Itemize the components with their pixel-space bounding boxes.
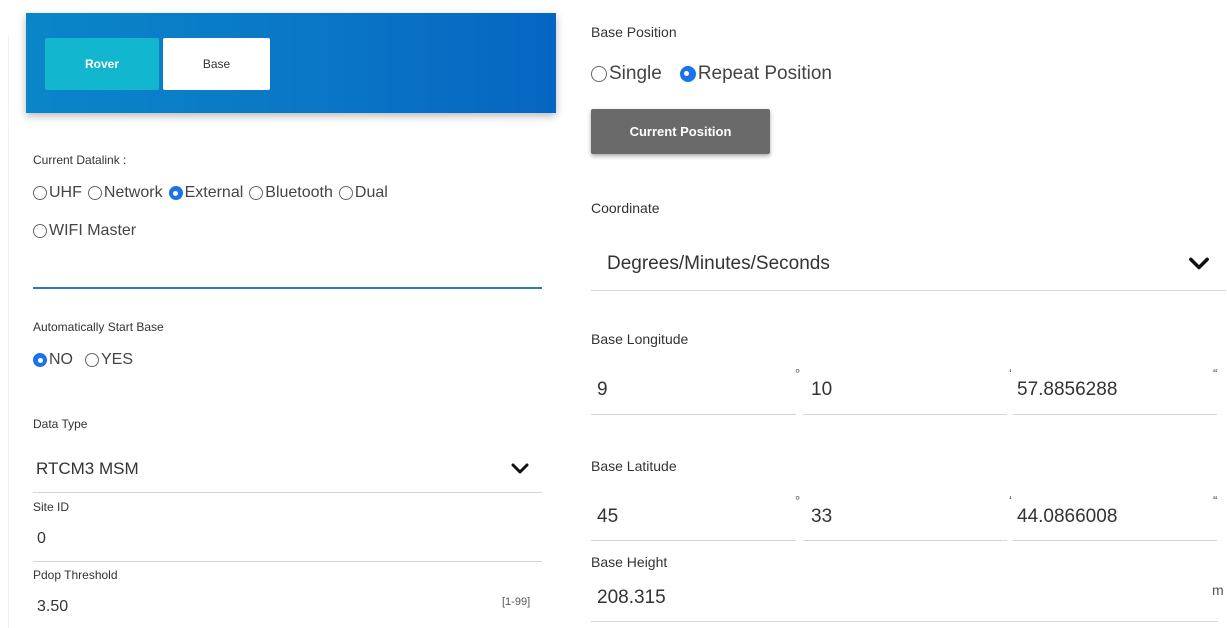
radio-checked-icon (679, 66, 696, 82)
left-panel: Rover Base Current Datalink : UHF Networ… (0, 0, 556, 628)
pdop-input[interactable]: 3.50 (37, 598, 68, 616)
base-position-option-label: Repeat Position (697, 63, 832, 84)
base-longitude-sec-underline (1013, 414, 1217, 415)
datalink-option-label: UHF (49, 184, 82, 201)
base-latitude-deg-input[interactable]: 45 (597, 506, 618, 528)
datalink-option-label: Network (103, 184, 163, 201)
tab-rover[interactable]: Rover (45, 38, 159, 90)
second-symbol: “ (1213, 366, 1218, 381)
base-latitude-sec-underline (1013, 540, 1217, 541)
datalink-label: Current Datalink : (33, 153, 127, 167)
datalink-option-bluetooth[interactable]: Bluetooth (249, 184, 333, 202)
auto-start-option-label: NO (49, 351, 73, 368)
base-longitude-deg-input[interactable]: 9 (597, 379, 608, 401)
base-longitude-min-underline (803, 414, 1007, 415)
coordinate-value: Degrees/Minutes/Seconds (607, 253, 830, 274)
datalink-option-label: Dual (354, 184, 388, 201)
base-latitude-min-input[interactable]: 33 (811, 506, 832, 528)
data-type-select[interactable]: RTCM3 MSM (33, 456, 529, 482)
base-longitude-sec-input[interactable]: 57.8856288 (1017, 379, 1117, 401)
pdop-label: Pdop Threshold (33, 568, 118, 582)
base-latitude-deg-underline (591, 540, 796, 541)
datalink-radio-group-row2: WIFI Master (33, 222, 142, 240)
minute-symbol: ‘ (1009, 366, 1012, 381)
radio-icon (591, 66, 607, 82)
mode-header: Rover Base (26, 13, 556, 113)
radio-icon (338, 186, 353, 200)
coordinate-underline (591, 290, 1226, 291)
radio-icon (249, 186, 264, 200)
datalink-option-label: Bluetooth (265, 184, 333, 201)
site-id-input[interactable]: 0 (37, 530, 46, 548)
chevron-down-icon (511, 463, 529, 474)
data-type-value: RTCM3 MSM (36, 459, 139, 478)
base-height-underline (591, 621, 1218, 622)
base-position-label: Base Position (591, 24, 677, 40)
datalink-option-network[interactable]: Network (87, 184, 163, 202)
auto-start-option-label: YES (101, 351, 134, 368)
datalink-radio-group: UHF Network External Bluetooth Dual (33, 184, 394, 202)
base-height-unit: m (1212, 582, 1224, 598)
tab-base[interactable]: Base (163, 38, 270, 90)
radio-icon (85, 353, 99, 367)
base-position-option-single[interactable]: Single (591, 63, 662, 85)
degree-symbol: ° (795, 493, 801, 508)
base-position-option-label: Single (609, 63, 662, 84)
base-latitude-label: Base Latitude (591, 458, 677, 474)
auto-start-label: Automatically Start Base (33, 320, 164, 334)
datalink-option-dual[interactable]: Dual (338, 184, 388, 202)
base-latitude-min-underline (803, 540, 1007, 541)
site-id-underline (33, 561, 542, 562)
auto-start-option-yes[interactable]: YES (85, 351, 133, 369)
datalink-option-external[interactable]: External (168, 184, 244, 202)
degree-symbol: ° (795, 366, 801, 381)
radio-icon (33, 186, 47, 200)
base-height-label: Base Height (591, 554, 668, 570)
pdop-range-hint: [1-99] (502, 596, 531, 608)
base-position-radio-group: Single Repeat Position (591, 63, 838, 85)
base-latitude-sec-input[interactable]: 44.0866008 (1017, 506, 1117, 528)
coordinate-select[interactable]: Degrees/Minutes/Seconds (607, 250, 1210, 278)
radio-icon (87, 186, 102, 200)
base-longitude-min-input[interactable]: 10 (811, 379, 832, 401)
data-type-label: Data Type (33, 417, 88, 431)
datalink-option-label: External (184, 184, 244, 201)
chevron-down-icon (1189, 257, 1209, 270)
base-position-option-repeat[interactable]: Repeat Position (679, 63, 832, 85)
data-type-underline (33, 492, 542, 493)
minute-symbol: ‘ (1009, 493, 1012, 508)
datalink-option-wifi-master[interactable]: WIFI Master (33, 222, 136, 240)
auto-start-radio-group: NO YES (33, 351, 139, 369)
second-symbol: “ (1213, 493, 1218, 508)
radio-checked-icon (168, 186, 183, 200)
coordinate-label: Coordinate (591, 200, 660, 216)
datalink-option-uhf[interactable]: UHF (33, 184, 82, 202)
radio-checked-icon (33, 353, 47, 367)
current-position-button[interactable]: Current Position (591, 109, 770, 154)
base-height-input[interactable]: 208.315 (597, 587, 666, 609)
datalink-option-label: WIFI Master (49, 222, 137, 239)
radio-icon (33, 224, 47, 238)
base-longitude-label: Base Longitude (591, 331, 689, 347)
site-id-label: Site ID (33, 500, 70, 514)
auto-start-option-no[interactable]: NO (33, 351, 73, 369)
base-longitude-deg-underline (591, 414, 796, 415)
datalink-underline (33, 287, 542, 289)
